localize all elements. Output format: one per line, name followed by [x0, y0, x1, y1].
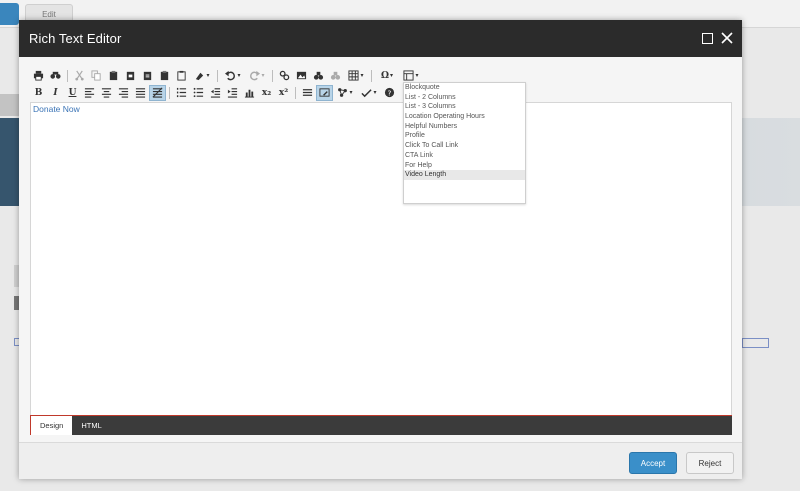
table-icon[interactable]: ▾ — [344, 68, 368, 84]
bold-button[interactable]: B — [30, 85, 47, 101]
accept-button[interactable]: Accept — [629, 452, 677, 474]
redo-icon[interactable]: ▾ — [245, 68, 269, 84]
paste-html-icon[interactable] — [156, 68, 173, 84]
justify-none-icon[interactable] — [149, 84, 166, 101]
copy-icon[interactable] — [88, 68, 105, 84]
find-icon[interactable] — [47, 68, 64, 84]
numbered-list-icon[interactable] — [173, 85, 190, 101]
link-manager-icon[interactable] — [276, 68, 293, 84]
editor-content-area[interactable]: Donate Now — [30, 102, 732, 417]
paste-word-icon[interactable] — [122, 68, 139, 84]
justify-icon[interactable] — [132, 85, 149, 101]
dialog-body: ▾ ▾ ▾ ▾ Ω ▾ ▾ B I U x₂ x² ▾ ▾ ? Donate N… — [19, 57, 742, 442]
paste-as-icon[interactable] — [173, 68, 190, 84]
indent-icon[interactable] — [224, 85, 241, 101]
editor-toolbar: ▾ ▾ ▾ ▾ Ω ▾ ▾ B I U x₂ x² ▾ ▾ ? — [30, 66, 732, 102]
background-blue-tab[interactable] — [0, 3, 19, 25]
close-icon[interactable] — [719, 30, 735, 46]
align-left-icon[interactable] — [81, 85, 98, 101]
hyperlink-icon[interactable] — [310, 68, 327, 84]
subscript-button[interactable]: x₂ — [258, 85, 275, 101]
custom-links-icon[interactable]: ▾ — [333, 85, 357, 101]
dropdown-item-profile[interactable]: Profile — [404, 131, 525, 141]
chart-icon[interactable] — [241, 85, 258, 101]
dropdown-item-blockquote[interactable]: Blockquote — [404, 83, 525, 93]
unlink-icon[interactable] — [327, 68, 344, 84]
background-field — [742, 338, 769, 348]
insert-image-icon[interactable] — [316, 84, 333, 101]
dropdown-item-location-operating-hours[interactable]: Location Operating Hours — [404, 112, 525, 122]
paste-text-icon[interactable] — [139, 68, 156, 84]
dialog-title: Rich Text Editor — [29, 31, 122, 46]
tab-html[interactable]: HTML — [72, 416, 110, 435]
maximize-icon[interactable] — [699, 30, 715, 46]
dropdown-item-cta-link[interactable]: CTA Link — [404, 151, 525, 161]
dropdown-item-list-2-columns[interactable]: List - 2 Columns — [404, 93, 525, 103]
dropdown-item-for-help[interactable]: For Help — [404, 161, 525, 171]
editor-mode-tabs: Design HTML — [30, 415, 732, 435]
superscript-button[interactable]: x² — [275, 85, 292, 101]
symbol-icon[interactable]: Ω ▾ — [375, 68, 399, 84]
paste-icon[interactable] — [105, 68, 122, 84]
image-manager-icon[interactable] — [293, 68, 310, 84]
print-icon[interactable] — [30, 68, 47, 84]
dropdown-item-list-3-columns[interactable]: List - 3 Columns — [404, 102, 525, 112]
underline-button[interactable]: U — [64, 85, 81, 101]
align-right-icon[interactable] — [115, 85, 132, 101]
dropdown-item-video-length[interactable]: Video Length — [404, 170, 525, 180]
italic-button[interactable]: I — [47, 85, 64, 101]
bullet-list-icon[interactable] — [190, 85, 207, 101]
dropdown-item-helpful-numbers[interactable]: Helpful Numbers — [404, 122, 525, 132]
svg-text:?: ? — [388, 88, 392, 97]
dialog-footer: Accept Reject — [19, 442, 742, 479]
donate-now-link[interactable]: Donate Now — [33, 104, 80, 114]
spellcheck-icon[interactable]: ▾ — [357, 85, 381, 101]
outdent-icon[interactable] — [207, 85, 224, 101]
horizontal-rule-icon[interactable] — [299, 85, 316, 101]
style-dropdown-menu: Blockquote List - 2 Columns List - 3 Col… — [403, 82, 526, 204]
rich-text-editor-dialog: Rich Text Editor ▾ ▾ ▾ ▾ Ω ▾ ▾ B I U x₂ … — [19, 20, 742, 479]
dialog-header: Rich Text Editor — [19, 20, 742, 57]
tab-design[interactable]: Design — [30, 416, 73, 435]
dropdown-item-click-to-call-link[interactable]: Click To Call Link — [404, 141, 525, 151]
help-icon[interactable]: ? — [381, 85, 398, 101]
align-center-icon[interactable] — [98, 85, 115, 101]
cut-icon[interactable] — [71, 68, 88, 84]
undo-icon[interactable]: ▾ — [221, 68, 245, 84]
format-stripper-icon[interactable]: ▾ — [190, 68, 214, 84]
reject-button[interactable]: Reject — [686, 452, 734, 474]
